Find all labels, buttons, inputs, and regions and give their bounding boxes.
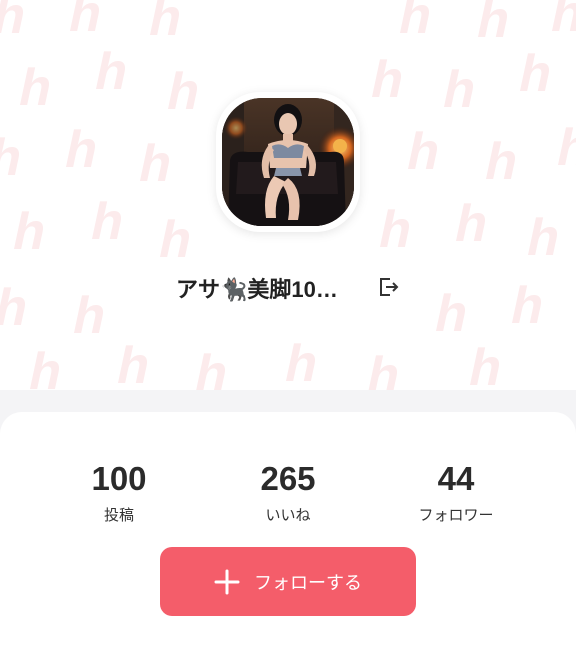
profile-header: h h h h h h h h h h h h h h h h h h h h … <box>0 0 576 390</box>
display-name: アサ🐈‍⬛美脚10… <box>176 277 338 302</box>
stat-followers-label: フォロワー <box>418 506 494 524</box>
stat-posts-label: 投稿 <box>103 506 134 524</box>
follow-button-label: フォローする <box>254 572 362 594</box>
stat-followers[interactable]: 44 フォロワー <box>386 460 526 525</box>
stat-posts-value: 100 <box>91 460 147 497</box>
stat-likes-value: 265 <box>260 460 316 497</box>
share-exit-icon <box>380 278 399 296</box>
share-button[interactable] <box>376 274 402 300</box>
follow-button[interactable]: フォローする <box>160 547 416 616</box>
profile-page: h h h h h h h h h h h h h h h h h h h h … <box>0 0 576 651</box>
stat-likes[interactable]: 265 いいね <box>218 460 358 525</box>
avatar[interactable] <box>216 92 360 232</box>
name-row: アサ🐈‍⬛美脚10… <box>0 268 576 304</box>
stat-followers-value: 44 <box>437 460 475 497</box>
stat-likes-label: いいね <box>265 506 311 524</box>
plus-icon <box>214 569 240 594</box>
stat-posts[interactable]: 100 投稿 <box>49 460 189 525</box>
avatar-photo <box>222 98 354 226</box>
avatar-image-icon <box>222 98 354 226</box>
